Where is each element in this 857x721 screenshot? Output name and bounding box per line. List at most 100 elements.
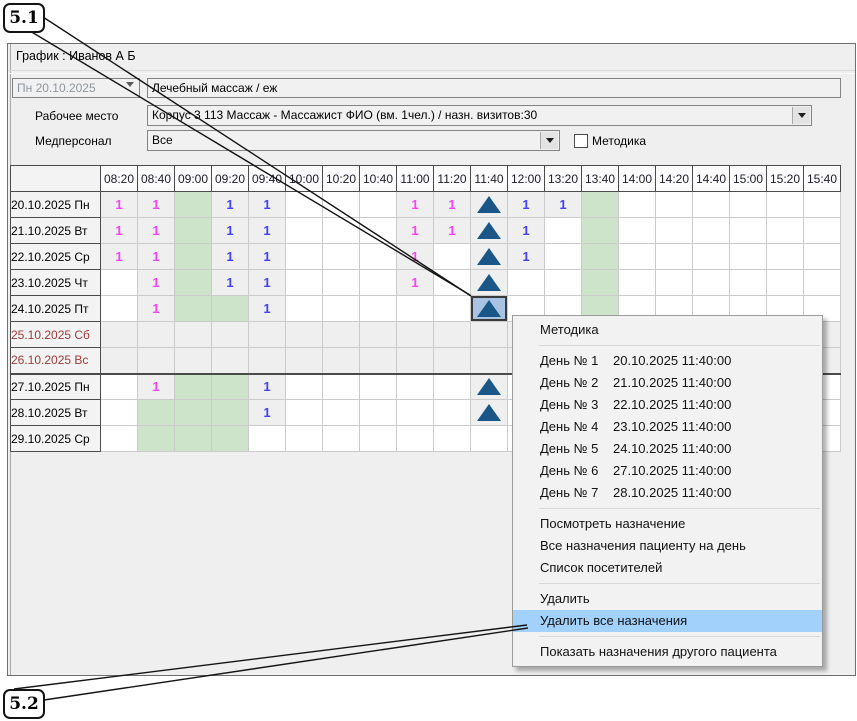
grid-cell[interactable] [804,244,841,270]
grid-cell[interactable] [249,426,286,452]
grid-cell[interactable] [693,270,730,296]
grid-cell[interactable]: 1 [212,192,249,218]
grid-cell[interactable] [471,426,508,452]
menu-item[interactable]: Список посетителей [513,557,822,579]
grid-cell[interactable] [323,374,360,400]
grid-cell[interactable] [286,400,323,426]
grid-cell[interactable] [212,322,249,348]
grid-cell[interactable] [619,270,656,296]
grid-cell[interactable] [360,192,397,218]
grid-cell[interactable]: 1 [101,244,138,270]
grid-cell[interactable] [286,348,323,374]
grid-cell[interactable] [323,192,360,218]
grid-cell[interactable] [212,374,249,400]
grid-cell[interactable] [471,348,508,374]
grid-cell[interactable] [175,192,212,218]
grid-cell[interactable] [175,218,212,244]
grid-cell[interactable] [545,244,582,270]
grid-cell[interactable] [656,218,693,244]
grid-cell[interactable] [360,218,397,244]
grid-cell[interactable]: 1 [138,374,175,400]
menu-item[interactable]: Все назначения пациенту на день [513,535,822,557]
grid-cell[interactable] [286,322,323,348]
grid-cell[interactable] [101,400,138,426]
grid-cell[interactable] [730,192,767,218]
grid-cell[interactable] [212,400,249,426]
grid-cell[interactable] [286,218,323,244]
grid-cell-selected[interactable] [471,296,508,322]
grid-cell[interactable] [175,426,212,452]
grid-cell[interactable] [101,270,138,296]
grid-cell[interactable] [471,322,508,348]
grid-cell[interactable] [582,244,619,270]
grid-cell[interactable] [508,270,545,296]
grid-cell[interactable]: 1 [212,244,249,270]
grid-cell[interactable] [767,218,804,244]
menu-item[interactable]: Удалить [513,588,822,610]
grid-cell[interactable] [101,322,138,348]
grid-cell[interactable] [434,244,471,270]
grid-cell[interactable] [101,348,138,374]
grid-cell[interactable] [212,296,249,322]
grid-cell[interactable] [360,348,397,374]
chevron-down-icon[interactable] [126,85,135,98]
grid-cell[interactable] [138,348,175,374]
grid-cell[interactable]: 1 [138,218,175,244]
menu-item[interactable]: Посмотреть назначение [513,513,822,535]
menu-item[interactable]: День № 627.10.2025 11:40:00 [513,460,822,482]
grid-cell[interactable] [360,374,397,400]
grid-cell[interactable] [286,244,323,270]
grid-cell[interactable] [619,218,656,244]
grid-cell[interactable]: 1 [249,244,286,270]
grid-cell[interactable]: 1 [249,296,286,322]
grid-cell[interactable]: 1 [138,192,175,218]
grid-cell[interactable] [249,322,286,348]
menu-item[interactable]: День № 524.10.2025 11:40:00 [513,438,822,460]
grid-cell[interactable] [434,270,471,296]
grid-cell[interactable]: 1 [249,192,286,218]
grid-cell[interactable]: 1 [397,244,434,270]
grid-cell[interactable] [582,192,619,218]
grid-cell[interactable]: 1 [138,296,175,322]
grid-cell[interactable] [175,400,212,426]
grid-cell[interactable] [360,400,397,426]
grid-cell[interactable] [619,192,656,218]
grid-cell[interactable] [397,322,434,348]
grid-cell[interactable] [175,348,212,374]
grid-cell[interactable] [730,270,767,296]
grid-cell[interactable] [323,270,360,296]
staff-combobox[interactable]: Все [147,130,560,151]
grid-cell[interactable] [360,244,397,270]
grid-cell[interactable] [323,348,360,374]
grid-cell[interactable] [656,244,693,270]
grid-cell[interactable] [286,426,323,452]
menu-item[interactable]: День № 221.10.2025 11:40:00 [513,372,822,394]
grid-cell[interactable] [582,270,619,296]
grid-cell[interactable]: 1 [212,270,249,296]
grid-cell[interactable] [360,426,397,452]
grid-cell[interactable] [656,270,693,296]
grid-cell[interactable] [138,426,175,452]
grid-cell[interactable] [323,244,360,270]
grid-cell[interactable] [693,218,730,244]
grid-cell[interactable] [286,192,323,218]
grid-cell[interactable]: 1 [249,270,286,296]
grid-cell[interactable]: 1 [138,244,175,270]
grid-cell[interactable] [360,296,397,322]
grid-cell[interactable] [323,400,360,426]
workplace-combobox[interactable]: Корпус 3 113 Массаж - Массажист ФИО (вм.… [147,105,812,126]
grid-cell[interactable] [249,348,286,374]
grid-cell[interactable]: 1 [249,218,286,244]
chevron-down-icon[interactable] [792,107,810,124]
grid-cell[interactable] [471,400,508,426]
grid-cell[interactable] [471,192,508,218]
menu-item[interactable]: Удалить все назначения [513,610,822,632]
grid-cell[interactable] [767,192,804,218]
service-field[interactable]: Лечебный массаж / еж [147,78,841,98]
grid-cell[interactable] [434,374,471,400]
grid-cell[interactable] [397,426,434,452]
grid-cell[interactable]: 1 [508,192,545,218]
menu-item[interactable]: День № 728.10.2025 11:40:00 [513,482,822,504]
grid-cell[interactable] [323,218,360,244]
date-combobox[interactable]: Пн 20.10.2025 [12,78,140,98]
